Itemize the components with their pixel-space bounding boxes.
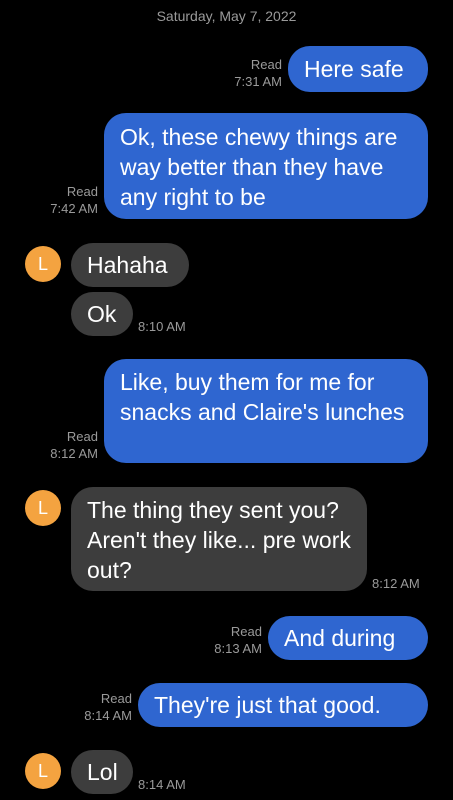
incoming-message-bubble[interactable]: The thing they sent you? Aren't they lik… [71,487,367,591]
message-7-meta: Read 8:13 AM [180,623,262,657]
outgoing-message-bubble[interactable]: They're just that good. [138,683,428,727]
message-text: And during [284,625,396,651]
incoming-message-bubble[interactable]: Lol [71,750,133,794]
avatar-letter: L [37,760,48,781]
message-text: Here safe [304,56,404,82]
outgoing-message-bubble[interactable]: Here safe [288,46,428,92]
message-text: Ok, these chewy things are way better th… [120,124,398,210]
contact-avatar[interactable]: L [25,490,61,526]
timestamp: 7:31 AM [234,74,282,89]
message-text: Lol [87,759,118,785]
message-text: They're just that good. [154,692,381,718]
timestamp: 7:42 AM [50,201,98,216]
read-status: Read [66,429,98,444]
message-2-meta: Read 7:42 AM [16,183,98,217]
timestamp: 8:12 AM [50,446,98,461]
timestamp: 8:14 AM [84,708,132,723]
message-text: Hahaha [87,252,168,278]
incoming-message-bubble[interactable]: Ok [71,292,133,336]
date-header: Saturday, May 7, 2022 [156,8,297,24]
message-5-meta: Read 8:12 AM [16,428,98,462]
timestamp: 8:14 AM [138,777,186,792]
contact-avatar[interactable]: L [25,246,61,282]
avatar-letter: L [37,497,48,518]
read-status: Read [66,184,98,199]
outgoing-message-bubble[interactable]: And during [268,616,428,660]
timestamp: 8:10 AM [138,319,186,334]
timestamp: 8:12 AM [372,576,420,591]
timestamp: 8:13 AM [214,641,262,656]
message-text: Ok [87,301,117,327]
contact-avatar[interactable]: L [25,753,61,789]
message-8-meta: Read 8:14 AM [50,690,132,724]
message-1-meta: Read 7:31 AM [200,56,282,90]
read-status: Read [230,624,262,639]
avatar-letter: L [37,253,48,274]
message-text: Like, buy them for me for snacks and Cla… [120,369,405,425]
read-status: Read [250,57,282,72]
outgoing-message-bubble[interactable]: Ok, these chewy things are way better th… [104,113,428,219]
incoming-message-bubble[interactable]: Hahaha [71,243,189,287]
message-text: The thing they sent you? Aren't they lik… [87,497,351,583]
read-status: Read [100,691,132,706]
outgoing-message-bubble[interactable]: Like, buy them for me for snacks and Cla… [104,359,428,463]
